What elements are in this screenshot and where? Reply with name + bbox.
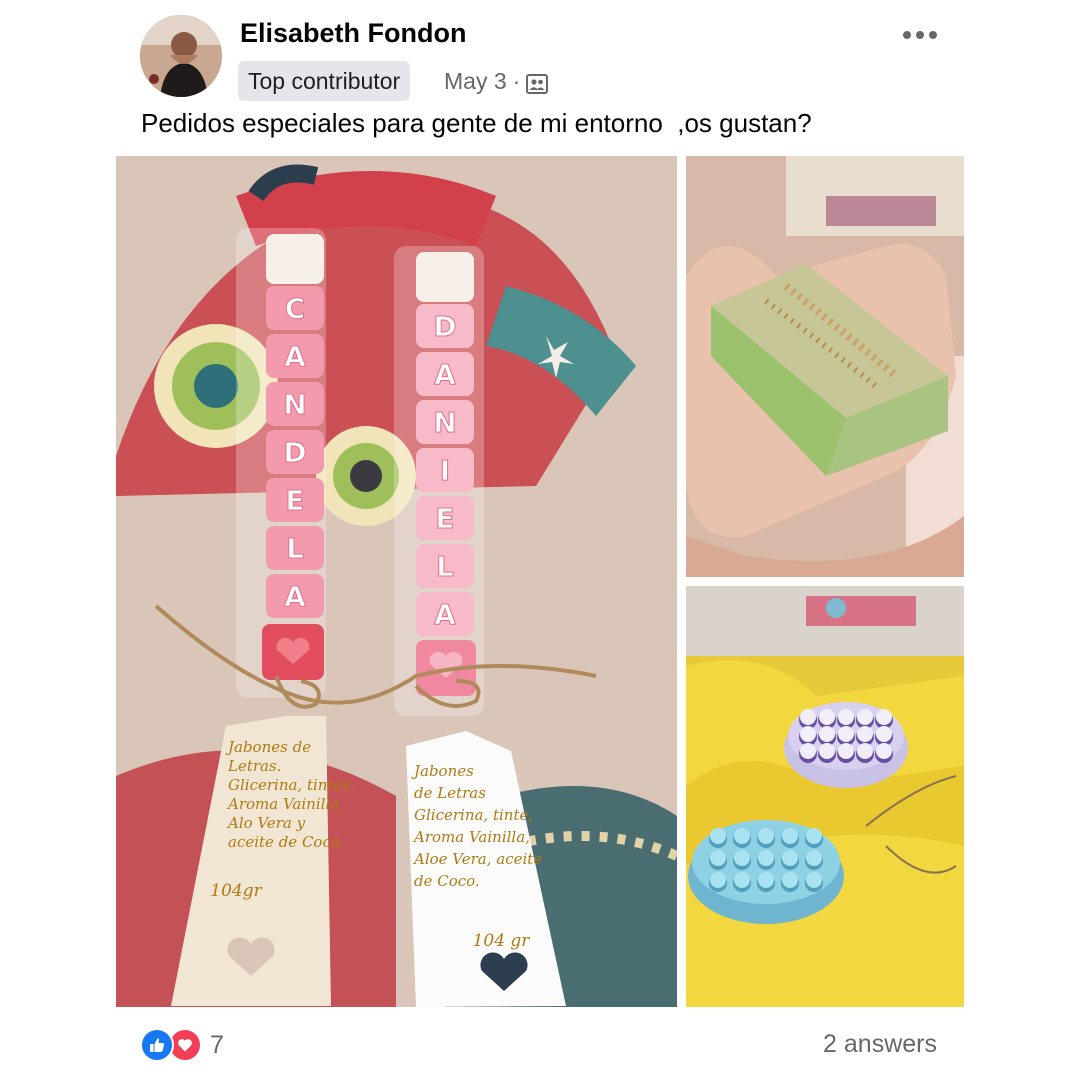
letter-block-label: A xyxy=(434,358,456,391)
post-text: Pedidos especiales para gente de mi ento… xyxy=(141,108,812,138)
letter-block-label: C xyxy=(285,292,306,325)
letter-block-label: N xyxy=(283,388,306,421)
like-icon xyxy=(140,1028,174,1062)
letter-block-label: L xyxy=(286,532,304,565)
svg-text:104gr: 104gr xyxy=(210,881,262,901)
tag-text-line: Jabones xyxy=(411,762,474,780)
photo-letter-soaps[interactable]: CANDELA DANIELA Jabones de Letras. Gliceri… xyxy=(116,156,677,1007)
letter-block-label: L xyxy=(436,550,454,583)
more-dots-icon xyxy=(903,31,937,39)
tag-text-line: de Letras xyxy=(414,784,486,802)
post-meta: May 3 · xyxy=(444,66,549,96)
tag-text-line: Alo Vera y xyxy=(226,814,306,832)
tag-text-line: Aloe Vera, aceite xyxy=(412,850,542,868)
more-options-button[interactable] xyxy=(900,20,940,50)
svg-text:104 gr: 104 gr xyxy=(473,931,531,951)
tag-text-line: aceite de Coco. xyxy=(228,833,344,851)
reaction-count: 7 xyxy=(210,1030,224,1059)
photo-massage-soaps[interactable] xyxy=(686,586,964,1007)
answers-link[interactable]: 2 answers xyxy=(823,1030,937,1059)
tag-text-line: Glicerina, tinte, xyxy=(414,806,533,824)
letter-block-label: A xyxy=(284,340,306,373)
reactions-summary[interactable]: 7 xyxy=(140,1028,224,1062)
letter-block-label: D xyxy=(283,436,306,469)
letter-block-label: N xyxy=(433,406,456,439)
tag-text-line: Glicerina, tintes, xyxy=(228,776,355,794)
letter-block-label: E xyxy=(435,502,454,535)
soap-bar-candela: CANDELA xyxy=(262,234,324,680)
tag-text-line: Jabones de xyxy=(225,738,311,756)
tag-text-line: Aroma Vainilla, xyxy=(412,828,530,846)
soap-bar-daniela: DANIELA xyxy=(416,252,476,696)
post-date[interactable]: May 3 xyxy=(444,66,507,96)
letter-block-label: A xyxy=(284,580,306,613)
group-icon xyxy=(526,71,549,94)
tag-text-line: de Coco. xyxy=(414,872,480,890)
letter-block-label: E xyxy=(285,484,304,517)
letter-block-label: A xyxy=(434,598,456,631)
author-avatar[interactable] xyxy=(140,15,222,97)
author-name[interactable]: Elisabeth Fondon xyxy=(240,18,467,49)
photo-green-soap[interactable] xyxy=(686,156,964,577)
letter-block-label: D xyxy=(433,310,456,343)
tag-text-line: Aroma Vainilla, xyxy=(226,795,344,813)
meta-separator: · xyxy=(512,68,521,94)
letter-block-label: I xyxy=(440,454,450,487)
tag-text-line: Letras. xyxy=(227,757,281,775)
top-contributor-badge[interactable]: Top contributor xyxy=(238,61,411,101)
